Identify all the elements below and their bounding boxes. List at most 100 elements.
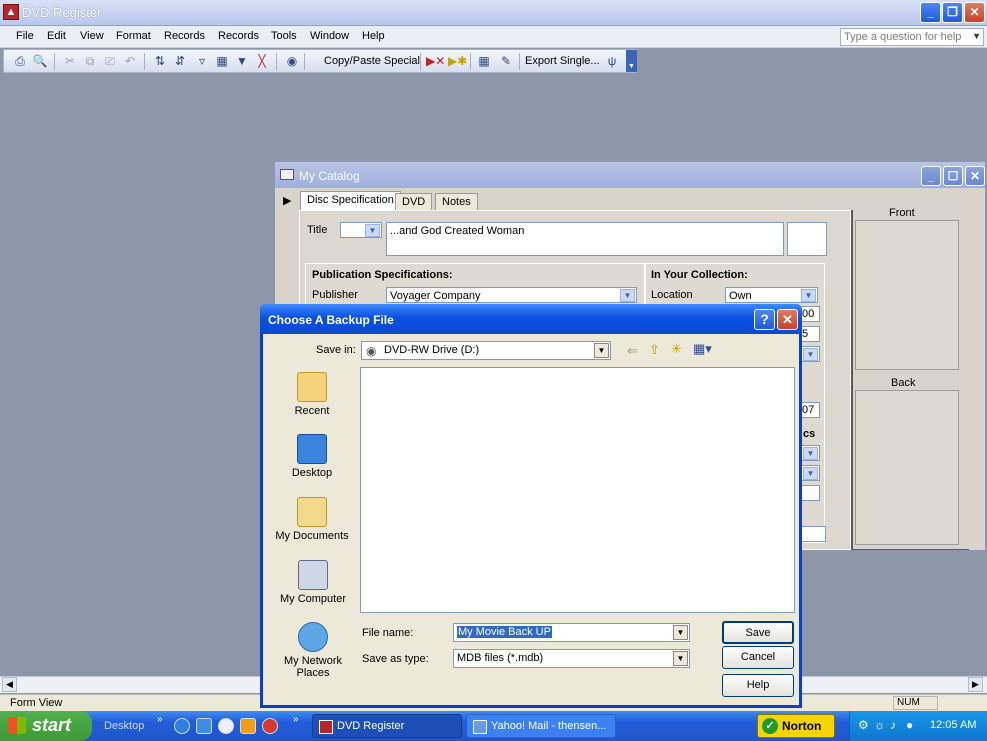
menu-records-2[interactable]: Records (218, 30, 259, 42)
dialog-title-bar[interactable]: Choose A Backup File ? ✕ (260, 304, 802, 334)
help-button[interactable]: Help (722, 674, 794, 697)
new-record-icon[interactable]: ▶✱ (448, 54, 467, 69)
view-menu-icon[interactable]: ▦▾ (693, 341, 712, 357)
scroll-right-icon[interactable]: ▶ (968, 677, 983, 692)
media-player-icon[interactable] (218, 718, 234, 734)
location-dropdown[interactable]: Own ▼ (725, 287, 818, 303)
back-arrow-icon[interactable]: ⇐ (627, 343, 638, 359)
tab-notes[interactable]: Notes (435, 193, 478, 211)
quicklaunch-app-icon[interactable] (196, 718, 212, 734)
find-binoculars-icon[interactable]: ◉ (284, 54, 300, 69)
back-cover-image[interactable] (855, 390, 959, 545)
chevron-right-icon[interactable]: » (293, 714, 299, 725)
chevron-down-icon[interactable]: ▼ (803, 447, 818, 460)
collection-field-1[interactable]: 00 (800, 306, 820, 322)
menu-format[interactable]: Format (116, 30, 151, 42)
menu-tools[interactable]: Tools (271, 30, 297, 42)
export-single-button[interactable]: Export Single... (525, 55, 600, 67)
catalog-minimize-button[interactable]: _ (921, 166, 941, 186)
catalog-title-bar[interactable]: My Catalog _ ☐ ✕ (275, 162, 985, 188)
print-preview-icon[interactable]: 🔍 (32, 54, 48, 69)
dialog-help-question-icon[interactable]: ? (754, 309, 775, 330)
tab-disc-specification[interactable]: Disc Specification (300, 191, 401, 210)
file-list-pane[interactable] (360, 367, 795, 613)
paste-icon[interactable]: ⎚ (102, 54, 118, 69)
tray-settings-icon[interactable]: ⚙ (858, 718, 869, 732)
task-dvd-register[interactable]: DVD Register (312, 714, 462, 738)
cancel-button[interactable]: Cancel (722, 646, 794, 669)
chevron-down-icon[interactable]: ▼ (594, 343, 609, 358)
chevron-right-icon[interactable]: » (157, 714, 163, 725)
places-my-network[interactable]: My Network Places (278, 622, 348, 679)
chevron-down-icon[interactable]: ▼ (972, 31, 981, 41)
sort-descending-icon[interactable]: ⇵ (172, 54, 188, 69)
file-name-combobox[interactable]: My Movie Back UP ▼ (453, 623, 690, 642)
help-search-input[interactable]: Type a question for help ▼ (840, 28, 984, 46)
copy-paste-special-button[interactable]: Copy/Paste Special (324, 55, 420, 67)
chevron-down-icon[interactable]: ▼ (803, 348, 818, 361)
title-extra-field[interactable] (787, 222, 827, 256)
copy-icon[interactable]: ⧉ (82, 54, 98, 69)
scroll-left-icon[interactable]: ◀ (2, 677, 17, 692)
collection-dropdown-3[interactable]: ▼ (800, 346, 820, 362)
filter-by-selection-icon[interactable]: ▿ (194, 54, 210, 69)
tray-network-icon[interactable]: ☼ (874, 718, 885, 732)
undo-icon[interactable]: ↶ (122, 54, 138, 69)
database-window-icon[interactable]: ▦ (476, 54, 492, 69)
front-cover-image[interactable] (855, 220, 959, 370)
catalog-maximize-button[interactable]: ☐ (943, 166, 963, 186)
collection-dropdown-6[interactable]: ▼ (800, 465, 820, 481)
places-my-computer[interactable]: My Computer (278, 560, 348, 605)
title-prefix-dropdown[interactable]: ▼ (340, 222, 382, 238)
cut-icon[interactable]: ✂ (62, 54, 78, 69)
chevron-down-icon[interactable]: ▼ (673, 625, 688, 640)
task-yahoo-mail[interactable]: Yahoo! Mail - thensen... (466, 714, 616, 738)
chevron-down-icon[interactable]: ▼ (365, 224, 380, 237)
publisher-dropdown[interactable]: Voyager Company ▼ (386, 287, 637, 303)
record-selector-icon[interactable]: ▶ (283, 194, 291, 207)
collection-dropdown-5[interactable]: ▼ (800, 445, 820, 461)
places-recent[interactable]: Recent (282, 372, 342, 417)
filter-by-form-icon[interactable]: ▦ (214, 54, 230, 69)
collection-field-2[interactable]: 5 (800, 326, 820, 342)
chevron-down-icon[interactable]: ▼ (673, 651, 688, 666)
dialog-close-button[interactable]: ✕ (777, 309, 798, 330)
chevron-down-icon[interactable]: ▼ (801, 289, 816, 302)
chevron-down-icon[interactable]: ▼ (620, 289, 635, 302)
menu-view[interactable]: View (80, 30, 104, 42)
print-icon[interactable]: ⎙ (12, 54, 28, 69)
close-button[interactable]: ✕ (964, 2, 985, 23)
restore-button[interactable]: ❐ (942, 2, 963, 23)
collection-field-7[interactable] (800, 485, 820, 501)
save-in-dropdown[interactable]: ◉ DVD-RW Drive (D:) ▼ (361, 341, 611, 360)
delete-record-icon[interactable]: ▶✕ (426, 54, 445, 69)
new-object-icon[interactable]: ✎ (498, 54, 514, 69)
collection-field-4[interactable]: 07 (800, 402, 820, 418)
quicklaunch-app3-icon[interactable] (262, 718, 278, 734)
save-type-dropdown[interactable]: MDB files (*.mdb) ▼ (453, 649, 690, 668)
menu-help[interactable]: Help (362, 30, 385, 42)
tray-app-icon[interactable]: ● (906, 718, 913, 732)
catalog-close-button[interactable]: ✕ (965, 166, 985, 186)
chevron-down-icon[interactable]: ▼ (803, 467, 818, 480)
sort-ascending-icon[interactable]: ⇅ (152, 54, 168, 69)
tray-volume-icon[interactable]: ♪ (890, 718, 896, 732)
places-desktop[interactable]: Desktop (282, 434, 342, 479)
quicklaunch-app2-icon[interactable] (240, 718, 256, 734)
menu-window[interactable]: Window (310, 30, 349, 42)
apply-filter-icon[interactable]: ▼ (234, 54, 250, 69)
remove-filter-icon[interactable]: ╳ (254, 54, 270, 69)
up-folder-icon[interactable]: ⇧ (649, 342, 660, 358)
tuning-fork-icon[interactable]: ψ (604, 54, 620, 69)
toolbar-options-icon[interactable]: ▼ (626, 50, 637, 72)
menu-file[interactable]: File (16, 30, 34, 42)
access-form-icon[interactable]: ▲ (3, 4, 19, 20)
norton-button[interactable]: ✓ Norton (757, 714, 835, 738)
menu-edit[interactable]: Edit (47, 30, 66, 42)
app-title-bar[interactable]: ▲ DVD Register _ ❐ ✕ (0, 0, 987, 26)
places-my-documents[interactable]: My Documents (275, 497, 349, 542)
new-folder-icon[interactable]: ✳ (671, 341, 682, 357)
collection-field-8[interactable] (800, 526, 826, 542)
internet-explorer-icon[interactable] (174, 718, 190, 734)
title-input[interactable]: ...and God Created Woman (386, 222, 784, 256)
